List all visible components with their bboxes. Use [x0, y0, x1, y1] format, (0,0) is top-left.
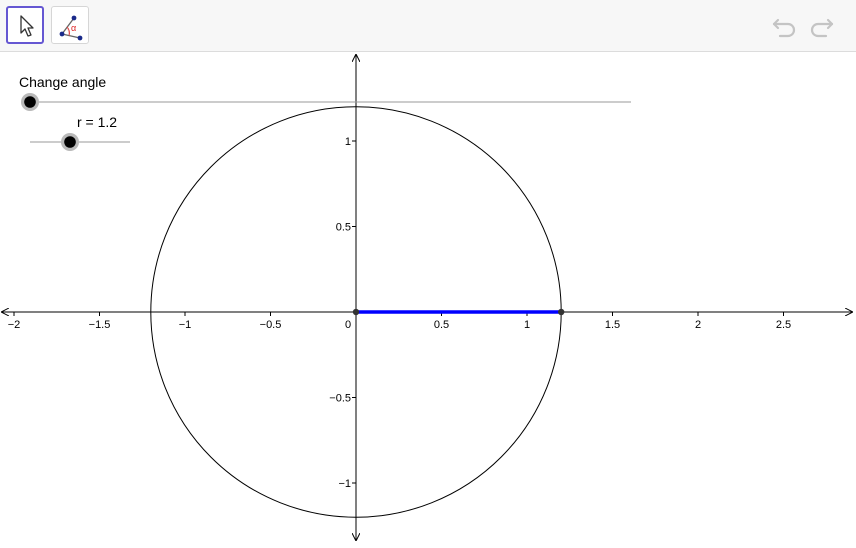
x-tick-label: 1.5: [605, 319, 620, 331]
point-origin[interactable]: [352, 308, 360, 316]
angle-icon: α: [59, 15, 83, 41]
radius-slider-knob[interactable]: [64, 136, 76, 148]
arrow-cursor-icon: [20, 15, 34, 37]
radius-slider[interactable]: [30, 133, 130, 151]
toolbar: α: [0, 0, 856, 52]
angle-slider-caption: Change angle: [19, 74, 107, 90]
angle-slider[interactable]: [21, 93, 631, 111]
x-tick-label: 0.5: [434, 319, 449, 331]
angle-slider-knob[interactable]: [24, 96, 36, 108]
y-tick-label: 1: [345, 136, 351, 148]
undo-icon[interactable]: [770, 12, 800, 42]
alpha-glyph: α: [71, 23, 76, 33]
coordinate-plane[interactable]: −2 −1.5 −1 −0.5 0 0.5 1 1.5 2 2.5 1 0.5 −0.5 −1: [0, 53, 856, 543]
graphics-view[interactable]: −2 −1.5 −1 −0.5 0 0.5 1 1.5 2 2.5 1 0.5 −0.5 −1 Chang…: [0, 53, 856, 543]
radius-slider-caption: r = 1.2: [77, 114, 118, 130]
x-tick-label: −2: [8, 319, 21, 331]
x-tick-label: 2: [695, 319, 701, 331]
x-tick-label: −1: [179, 319, 192, 331]
y-tick-label: −0.5: [329, 393, 351, 405]
x-tick-label: 0: [345, 319, 351, 331]
x-tick-label: 1: [524, 319, 530, 331]
angle-tool-button[interactable]: α: [51, 6, 89, 44]
redo-icon[interactable]: [806, 12, 836, 42]
point-on-circle[interactable]: [558, 308, 565, 316]
x-tick-label: −1.5: [89, 319, 111, 331]
x-tick-label: −0.5: [260, 319, 282, 331]
y-tick-label: −1: [338, 478, 351, 490]
y-tick-label: 0.5: [336, 222, 351, 234]
x-tick-label: 2.5: [776, 319, 791, 331]
move-tool-button[interactable]: [6, 6, 44, 44]
